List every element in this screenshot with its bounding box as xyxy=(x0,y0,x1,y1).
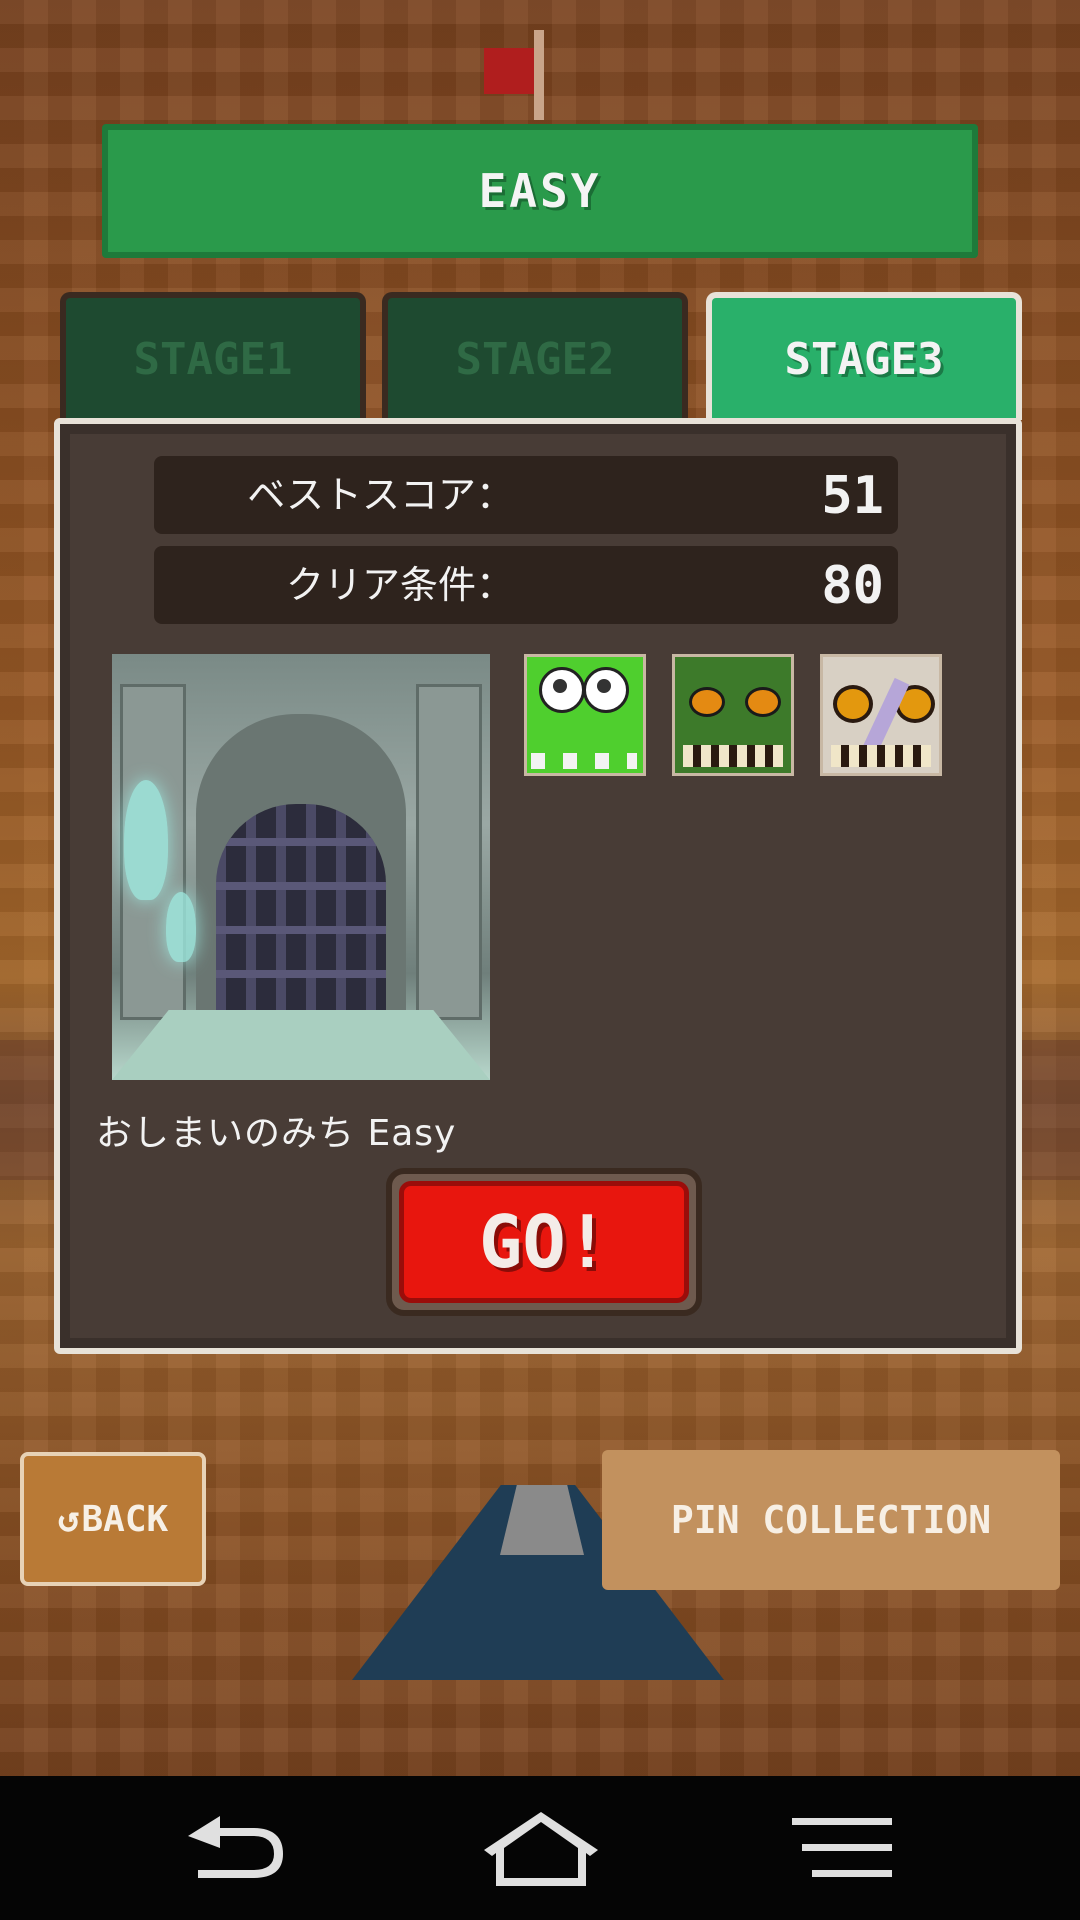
tab-stage2[interactable]: STAGE2 xyxy=(382,292,688,420)
go-button[interactable]: GO! xyxy=(386,1168,702,1316)
green-zombie-enemy-icon xyxy=(672,654,794,776)
red-flag xyxy=(484,48,534,94)
best-score-row: ベストスコア： 51 xyxy=(154,456,898,534)
best-score-label: ベストスコア： xyxy=(247,473,514,517)
pillar-right xyxy=(416,684,482,1020)
gate-bars xyxy=(216,804,386,1014)
stage-name: おしまいのみち Easy xyxy=(96,1113,457,1154)
return-arrow-icon: ↺ xyxy=(57,1498,80,1540)
android-nav-bar xyxy=(0,1776,1080,1920)
back-button-label: BACK xyxy=(81,1498,169,1540)
menu-icon[interactable] xyxy=(778,1806,908,1890)
back-button[interactable]: ↺ BACK xyxy=(20,1452,206,1586)
tab-stage1[interactable]: STAGE1 xyxy=(60,292,366,420)
pin-collection-label: PIN COLLECTION xyxy=(670,1498,992,1542)
stone-floor xyxy=(112,1010,490,1080)
ghost-small xyxy=(166,892,196,962)
back-icon[interactable] xyxy=(168,1806,298,1890)
stage-panel: ベストスコア： 51 クリア条件： 80 おしまいのみち Easy GO! xyxy=(54,418,1022,1354)
skull-enemy-icon xyxy=(820,654,942,776)
clear-condition-value: 80 xyxy=(821,556,884,616)
flag-pole xyxy=(534,30,544,120)
home-icon[interactable] xyxy=(476,1806,606,1890)
pin-collection-button[interactable]: PIN COLLECTION xyxy=(602,1450,1060,1590)
go-button-label: GO! xyxy=(399,1181,689,1303)
difficulty-header: EASY xyxy=(102,124,978,258)
tab-stage3[interactable]: STAGE3 xyxy=(706,292,1022,420)
clear-condition-row: クリア条件： 80 xyxy=(154,546,898,624)
stage-preview-image xyxy=(112,654,490,1080)
best-score-value: 51 xyxy=(821,466,884,526)
green-blob-enemy-icon xyxy=(524,654,646,776)
ghost-large xyxy=(124,780,168,900)
difficulty-label: EASY xyxy=(478,164,602,218)
clear-condition-label: クリア条件： xyxy=(285,563,514,607)
